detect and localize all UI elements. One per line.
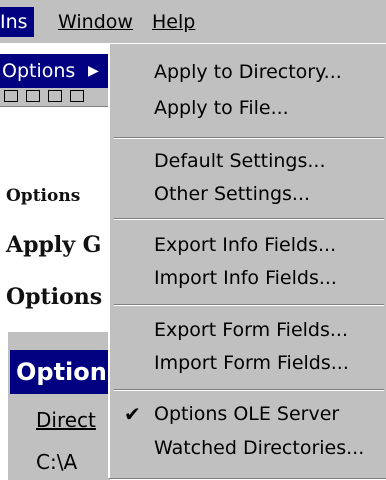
menu-help-label: Help (152, 11, 196, 33)
toolbar-button[interactable] (70, 90, 84, 102)
menu-separator (114, 218, 384, 220)
menu-item-label: Default Settings... (154, 150, 326, 172)
toolbar-button[interactable] (26, 90, 40, 102)
background-dialog-title: Option (10, 350, 110, 394)
menu-item-label: Import Form Fields... (154, 352, 349, 374)
directory-label-text: Direct (36, 408, 96, 432)
options-submenu-item[interactable]: Options ▶ (0, 54, 108, 88)
background-path-field[interactable]: C:\A (36, 450, 77, 474)
menu-item-watched-directories[interactable]: Watched Directories... (110, 432, 386, 464)
options-submenu-label: Options (2, 60, 76, 82)
options-dropdown-menu: Apply to Directory... Apply to File... D… (108, 43, 386, 478)
background-heading-options-2: Options (6, 284, 103, 310)
menu-window-label: Window (58, 11, 133, 33)
menu-separator (114, 137, 384, 139)
menu-help[interactable]: Help (146, 7, 201, 37)
menu-item-apply-to-file[interactable]: Apply to File... (110, 92, 386, 124)
menu-item-label: Export Form Fields... (154, 319, 349, 341)
checkmark-icon: ✔ (124, 402, 141, 426)
menu-item-export-info-fields[interactable]: Export Info Fields... (110, 229, 386, 261)
menu-item-default-settings[interactable]: Default Settings... (110, 145, 386, 177)
menu-item-label: Options OLE Server (154, 403, 340, 425)
menu-separator (114, 389, 384, 391)
menu-item-import-info-fields[interactable]: Import Info Fields... (110, 262, 386, 294)
menu-window[interactable]: Window (52, 7, 139, 37)
toolbar-button[interactable] (4, 90, 18, 102)
background-heading-options: Options (6, 186, 81, 206)
menu-item-other-settings[interactable]: Other Settings... (110, 178, 386, 210)
menu-item-label: Apply to File... (154, 97, 289, 119)
menu-bar: Ins Window Help (0, 0, 386, 43)
menu-item-label: Other Settings... (154, 183, 311, 205)
menu-item-import-form-fields[interactable]: Import Form Fields... (110, 347, 386, 379)
background-heading-apply: Apply G (6, 232, 102, 258)
toolbar-button[interactable] (48, 90, 62, 102)
menu-item-export-form-fields[interactable]: Export Form Fields... (110, 314, 386, 346)
menu-separator (114, 304, 384, 306)
menu-item-label: Import Info Fields... (154, 267, 337, 289)
menu-item-label: Export Info Fields... (154, 234, 337, 256)
menu-ins-label: Ins (0, 11, 28, 33)
menu-ins[interactable]: Ins (0, 7, 34, 37)
menu-item-label: Watched Directories... (154, 437, 365, 459)
menu-item-label: Apply to Directory... (154, 61, 342, 83)
submenu-arrow-icon: ▶ (88, 63, 99, 79)
menu-item-options-ole-server[interactable]: ✔ Options OLE Server (110, 398, 386, 430)
background-directory-label: Direct (36, 408, 96, 432)
menu-item-apply-to-directory[interactable]: Apply to Directory... (110, 56, 386, 88)
background-toolbar (0, 88, 108, 107)
